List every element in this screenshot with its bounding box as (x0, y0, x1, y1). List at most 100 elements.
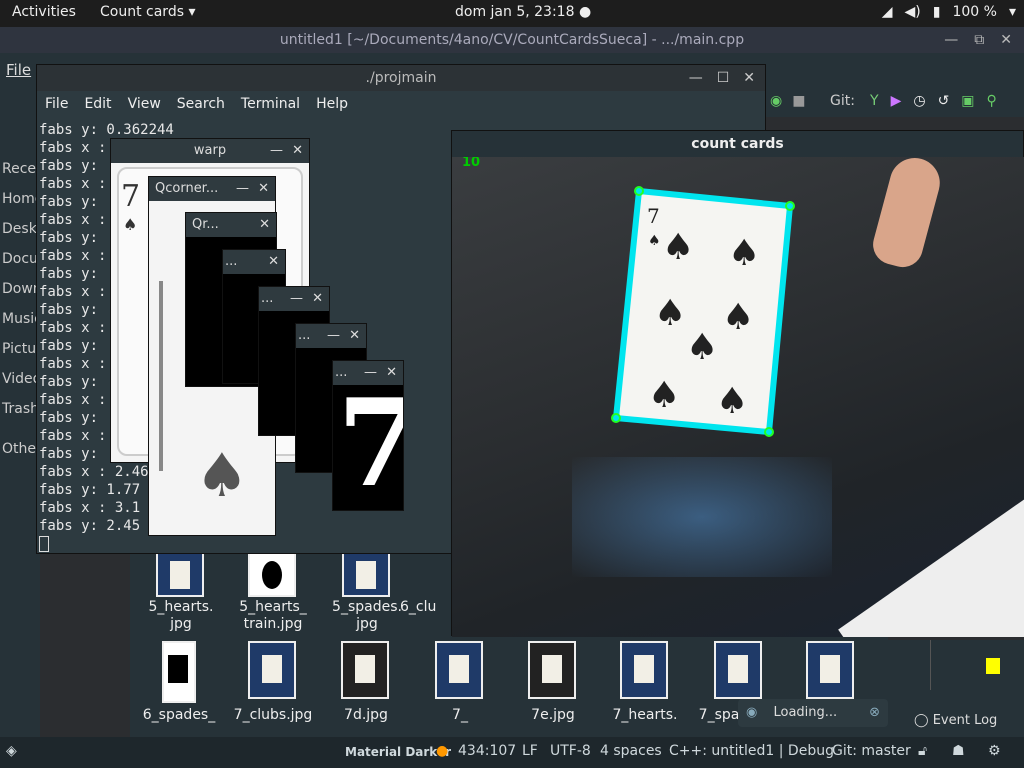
file-thumbnail[interactable] (620, 641, 668, 699)
maximize-icon[interactable]: ☐ (717, 65, 730, 91)
threshold-1-titlebar[interactable]: ... ✕ (223, 250, 285, 274)
ide-window-title: untitled1 [~/Documents/4ano/CV/CountCard… (0, 27, 1024, 53)
minimize-icon[interactable]: — (327, 324, 340, 348)
terminal-icon[interactable]: ▣ (961, 93, 974, 109)
file-thumbnail[interactable] (162, 641, 196, 703)
qcorner-titlebar[interactable]: Qcorner... — ✕ (149, 177, 275, 201)
menu-file[interactable]: File (45, 91, 68, 117)
card-edge (159, 281, 163, 471)
minimize-icon[interactable]: — (270, 139, 283, 163)
git-revert-icon[interactable]: ↺ (938, 93, 950, 109)
file-thumbnail[interactable] (714, 641, 762, 699)
clock[interactable]: dom jan 5, 23:18 ● (455, 4, 591, 20)
close-icon[interactable]: ✕ (259, 213, 270, 237)
file-name[interactable]: 7_ (415, 707, 505, 724)
terminal-titlebar[interactable]: ./projmain — ☐ ✕ (37, 65, 765, 91)
restore-icon[interactable]: ⧉ (974, 27, 984, 53)
menu-view[interactable]: View (128, 91, 161, 117)
git-history-icon[interactable]: ◷ (913, 93, 925, 109)
spade-icon: ♠ (648, 233, 661, 249)
clock-label: dom jan 5, 23:18 (455, 4, 575, 20)
card-thumbnail (820, 655, 840, 683)
layers-icon[interactable]: ◈ (6, 743, 17, 759)
file-name[interactable]: 6_spades_ (134, 707, 224, 724)
git-push-icon[interactable]: ▶ (891, 93, 902, 109)
spade-icon: ♠ (686, 327, 718, 368)
app-menu[interactable]: Count cards ▾ (100, 4, 195, 20)
stop-icon[interactable]: ■ (792, 93, 805, 109)
sidebar-item-trash[interactable]: Trash (2, 401, 39, 417)
card-detection-svg: 7 ♠ ♠ ♠ ♠ ♠ ♠ ♠ ♠ (611, 186, 795, 437)
encoding[interactable]: UTF-8 (550, 743, 591, 759)
close-icon[interactable]: ✕ (743, 65, 755, 91)
close-icon[interactable]: ✕ (1000, 27, 1012, 53)
file-thumbnail[interactable] (435, 641, 483, 699)
threshold-2-titlebar[interactable]: ... — ✕ (259, 287, 329, 311)
marker-icon (986, 658, 1000, 674)
git-branch-icon[interactable]: Y (870, 93, 879, 109)
digit-image: 7 (333, 379, 403, 510)
close-icon[interactable]: ✕ (292, 139, 303, 163)
file-thumbnail[interactable] (341, 641, 389, 699)
file-name[interactable]: 7_clubs.jpg (228, 707, 318, 724)
count-cards-titlebar[interactable]: count cards (452, 131, 1023, 157)
notification-dot-icon: ● (578, 4, 592, 20)
search-icon[interactable]: ⚲ (987, 93, 997, 109)
sidebar-item-pictures[interactable]: Pictu (2, 341, 36, 357)
close-icon[interactable]: ⊗ (869, 699, 880, 727)
debug-icon[interactable]: ◉ (770, 93, 782, 109)
loading-label: Loading... (773, 705, 838, 720)
file-name[interactable]: 7e.jpg (508, 707, 598, 724)
card-thumbnail (170, 561, 190, 589)
close-icon[interactable]: ✕ (349, 324, 360, 348)
threshold-3-titlebar[interactable]: ... — ✕ (296, 324, 366, 348)
close-icon[interactable]: ✕ (258, 177, 269, 201)
ide-window-controls[interactable]: — ⧉ ✕ (944, 27, 1012, 53)
activities-button[interactable]: Activities (12, 4, 76, 20)
close-icon[interactable]: ✕ (312, 287, 323, 311)
threshold-2-title: ... (261, 291, 274, 306)
close-icon[interactable]: ✕ (268, 250, 279, 274)
minimize-icon[interactable]: — (944, 27, 958, 53)
qr-titlebar[interactable]: Qr... ✕ (186, 213, 276, 237)
file-name[interactable]: 6_clu (400, 599, 440, 616)
file-name[interactable]: 7_hearts. (600, 707, 690, 724)
menu-help[interactable]: Help (316, 91, 348, 117)
line-ending[interactable]: LF (522, 743, 538, 759)
minimize-icon[interactable]: — (290, 287, 303, 311)
file-thumbnail[interactable] (248, 641, 296, 699)
card-thumbnail (262, 655, 282, 683)
indent-setting[interactable]: 4 spaces (600, 743, 662, 759)
warp-titlebar[interactable]: warp — ✕ (111, 139, 309, 163)
event-icon[interactable]: ⚙ (988, 743, 1001, 759)
git-branch[interactable]: Git: master (832, 743, 911, 759)
file-name[interactable]: 7_spa (694, 707, 744, 724)
chevron-down-icon: ▾ (188, 4, 196, 20)
qcorner-title: Qcorner... (155, 181, 219, 196)
sidebar-item-documents[interactable]: Docu (2, 251, 38, 267)
file-thumbnail[interactable] (528, 641, 576, 699)
file-name[interactable]: 5_hearts_ train.jpg (228, 599, 318, 633)
minimize-icon[interactable]: — (236, 177, 249, 201)
terminal-window-controls: — ☐ ✕ (689, 65, 755, 91)
menu-search[interactable]: Search (177, 91, 225, 117)
hector-icon[interactable]: ☗ (952, 743, 965, 759)
minimize-icon[interactable]: — (689, 65, 703, 91)
file-name[interactable]: 7d.jpg (321, 707, 411, 724)
file-name[interactable]: 5_hearts. jpg (136, 599, 226, 633)
menu-edit[interactable]: Edit (84, 91, 111, 117)
file-thumbnail[interactable] (806, 641, 854, 699)
status-bar: ◈ Material Darker ● 434:107 LF UTF-8 4 s… (0, 737, 1024, 768)
system-tray[interactable]: ◢ ◀) ▮ 100 % ▾ (882, 4, 1016, 20)
menu-file[interactable]: File (6, 61, 31, 79)
battery-icon: ▮ (932, 4, 941, 20)
event-log-button[interactable]: ◯ Event Log (914, 713, 997, 728)
build-context[interactable]: C++: untitled1 | Debug (669, 743, 834, 759)
cursor-position[interactable]: 434:107 (458, 743, 516, 759)
menu-terminal[interactable]: Terminal (241, 91, 300, 117)
spade-icon: ♠ (722, 297, 754, 338)
file-name[interactable]: 5_spades. jpg (322, 599, 412, 633)
event-log-panel: ◯ Event Log (888, 640, 1024, 737)
card-thumbnail (356, 561, 376, 589)
lock-icon[interactable]: 🔓︎ (918, 743, 927, 759)
